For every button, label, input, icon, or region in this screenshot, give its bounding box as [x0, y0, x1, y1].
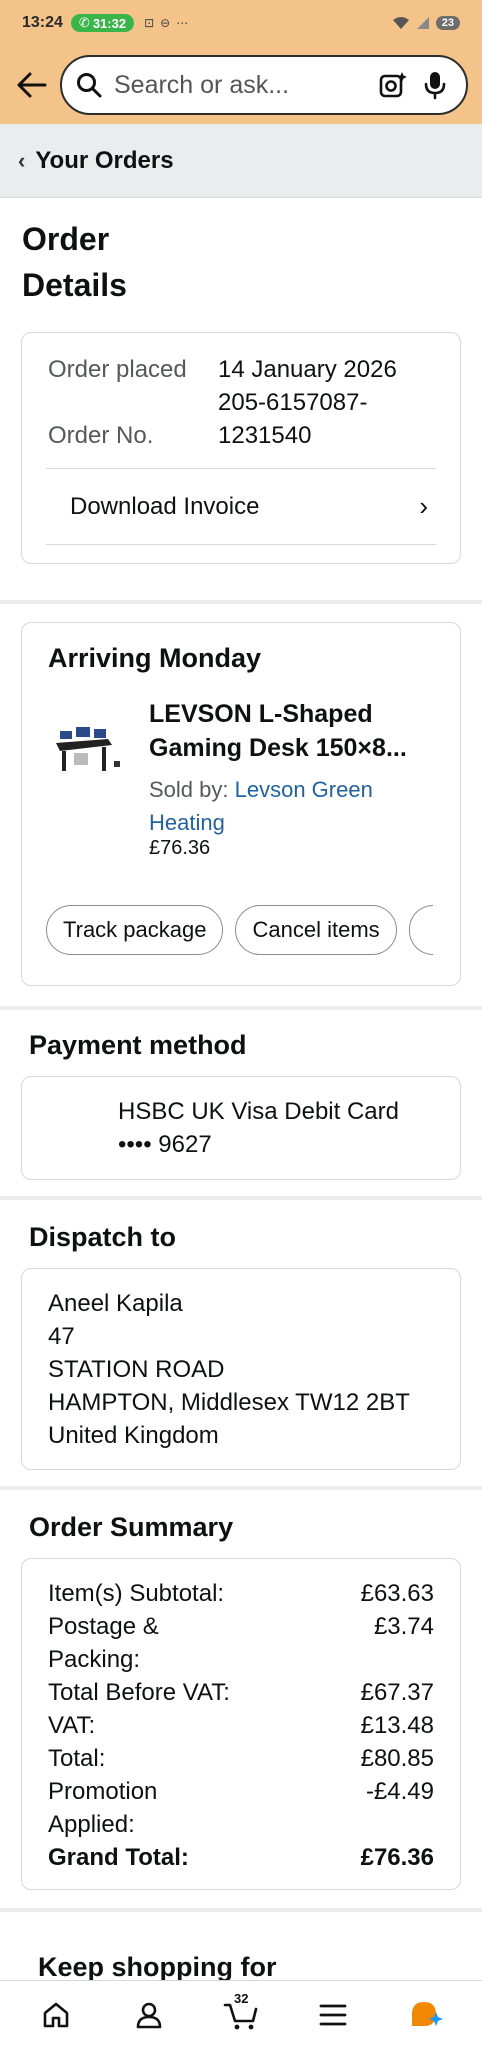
- section-divider: [0, 1006, 482, 1010]
- hamburger-menu-icon: [319, 2004, 347, 2025]
- grand-total-label: Grand Total:: [48, 1844, 189, 1871]
- order-info-card: Order placed 14 January 2026 Order No. 2…: [21, 332, 461, 564]
- battery-indicator: 23: [435, 16, 460, 30]
- summary-label: Item(s) Subtotal:: [48, 1580, 225, 1607]
- address-line: 47: [48, 1323, 75, 1350]
- arrival-status: Arriving Monday: [48, 643, 262, 673]
- order-summary-card: Item(s) Subtotal: £63.63 Postage & Packi…: [21, 1558, 461, 1890]
- camera-search-button[interactable]: [376, 68, 410, 102]
- cancel-items-button[interactable]: Cancel items: [235, 905, 397, 955]
- nav-cart[interactable]: 32: [215, 1989, 267, 2041]
- address-card: Aneel Kapila 47 STATION ROAD HAMPTON, Mi…: [21, 1268, 461, 1470]
- summary-label: VAT:: [48, 1712, 96, 1739]
- download-invoice-button[interactable]: Download Invoice ›: [46, 468, 436, 545]
- search-icon: [77, 73, 102, 98]
- summary-value: £67.37: [360, 1679, 434, 1706]
- payment-details: HSBC UK Visa Debit Card •••• 9627: [118, 1095, 399, 1161]
- more-actions-button[interactable]: [408, 905, 433, 955]
- voice-search-button[interactable]: [418, 68, 452, 102]
- user-icon: [136, 2002, 161, 2028]
- section-divider: [0, 1486, 482, 1490]
- summary-value: £63.63: [360, 1580, 434, 1607]
- screenshot-icon: ⊡: [144, 16, 155, 30]
- product-image[interactable]: [50, 711, 130, 791]
- cart-count-badge: 32: [233, 1990, 249, 2006]
- search-bar[interactable]: Search or ask...: [60, 55, 468, 115]
- search-header: Search or ask...: [0, 46, 482, 124]
- summary-value: £80.85: [360, 1745, 434, 1772]
- sold-by-label: Sold by:: [149, 777, 229, 802]
- summary-value: -£4.49: [365, 1778, 434, 1805]
- address-line: United Kingdom: [48, 1422, 219, 1449]
- grand-total-value: £76.36: [360, 1844, 434, 1871]
- payment-card: HSBC UK Visa Debit Card •••• 9627: [21, 1076, 461, 1180]
- bottom-navigation: 32: [0, 1980, 482, 2048]
- nav-menu[interactable]: [307, 1989, 359, 2041]
- summary-value: £13.48: [360, 1712, 434, 1739]
- section-divider: [0, 1196, 482, 1200]
- card-name: HSBC UK Visa Debit Card: [118, 1098, 399, 1125]
- breadcrumb-your-orders[interactable]: ‹ Your Orders: [0, 124, 482, 198]
- summary-value: £3.74: [373, 1613, 434, 1640]
- section-divider: [0, 1908, 482, 1912]
- summary-label: Total:: [48, 1745, 106, 1772]
- nav-rufus-assistant[interactable]: [400, 1989, 452, 2041]
- chevron-right-icon: ›: [419, 491, 428, 521]
- payment-section-title: Payment method: [29, 1030, 247, 1060]
- order-placed-label: Order placed: [48, 356, 187, 383]
- call-duration: 31:32: [92, 15, 127, 31]
- sold-by-line: Sold by: Levson Green Heating: [149, 773, 439, 839]
- breadcrumb-label: Your Orders: [35, 146, 174, 174]
- download-invoice-label: Download Invoice: [70, 492, 260, 520]
- more-dots-icon: ⋯: [176, 16, 189, 30]
- address-line: HAMPTON, Middlesex TW12 2BT: [48, 1389, 410, 1416]
- section-divider: [0, 600, 482, 604]
- phone-icon: ✆: [78, 15, 90, 30]
- camera-search-icon: [379, 72, 407, 98]
- summary-label: Total Before VAT:: [48, 1679, 230, 1706]
- summary-label: Postage & Packing:: [48, 1613, 159, 1673]
- order-number-value: 205-6157087-1231540: [218, 389, 368, 449]
- keep-shopping-heading: Keep shopping for: [38, 1952, 277, 1982]
- nav-account[interactable]: [123, 1989, 175, 2041]
- summary-section-title: Order Summary: [29, 1512, 234, 1542]
- signal-icon: [416, 17, 429, 29]
- search-input[interactable]: Search or ask...: [114, 71, 368, 100]
- nav-home[interactable]: [30, 1989, 82, 2041]
- track-package-button[interactable]: Track package: [46, 905, 224, 955]
- call-indicator[interactable]: ✆ 31:32: [70, 14, 135, 32]
- microphone-icon: [424, 72, 446, 100]
- link-icon: ⊖: [160, 16, 171, 30]
- assistant-icon: [411, 2001, 443, 2026]
- shipment-actions: Track package Cancel items: [46, 905, 433, 955]
- dispatch-section-title: Dispatch to: [29, 1222, 177, 1252]
- chevron-left-icon: ‹: [18, 147, 26, 173]
- wifi-icon: [392, 17, 409, 29]
- back-button[interactable]: [14, 67, 50, 103]
- card-digits: •••• 9627: [118, 1131, 212, 1158]
- notification-icons: ⊡ ⊖ ⋯: [144, 16, 188, 30]
- page-title: Order Details: [22, 221, 127, 303]
- summary-label: Promotion Applied:: [48, 1778, 158, 1838]
- system-icons: 23: [392, 16, 460, 30]
- order-placed-value: 14 January 2026: [218, 356, 397, 383]
- home-icon: [43, 2002, 69, 2027]
- status-time: 13:24: [22, 14, 63, 31]
- status-bar: 13:24 ✆ 31:32 ⊡ ⊖ ⋯ 23: [0, 0, 482, 46]
- address-line: Aneel Kapila: [48, 1290, 183, 1317]
- product-title[interactable]: LEVSON L-Shaped Gaming Desk 150×8...: [149, 697, 439, 765]
- shipping-address: Aneel Kapila 47 STATION ROAD HAMPTON, Mi…: [48, 1287, 410, 1452]
- address-line: STATION ROAD: [48, 1356, 225, 1383]
- order-number-label: Order No.: [48, 422, 154, 449]
- shipment-card: Arriving Monday LEVSON L-Shaped Gaming D…: [21, 622, 461, 986]
- item-price: £76.36: [149, 837, 211, 859]
- back-arrow-icon: [17, 72, 47, 98]
